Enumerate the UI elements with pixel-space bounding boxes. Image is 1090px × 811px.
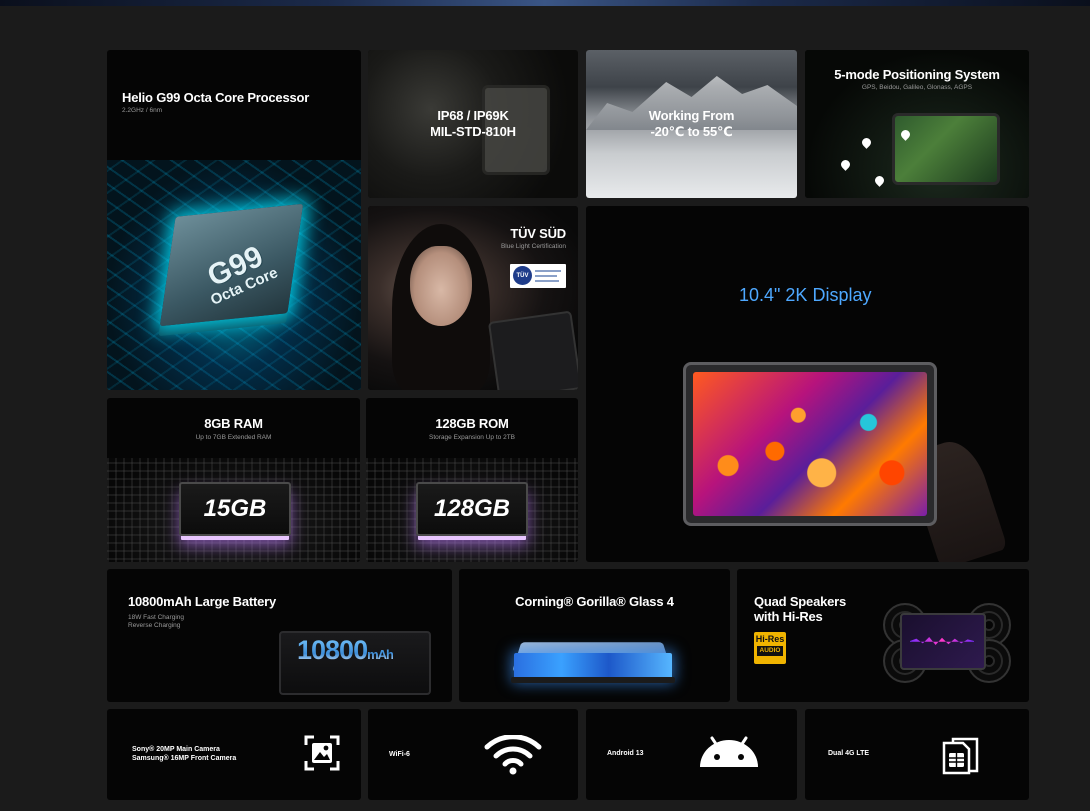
tile-wifi: WiFi-6 bbox=[368, 709, 578, 800]
battery-fast-charging: 18W Fast Charging bbox=[128, 614, 184, 621]
tile-display: 10.4" 2K Display bbox=[586, 206, 1029, 562]
positioning-title: 5-mode Positioning System bbox=[834, 67, 1000, 82]
tile-battery: 10800mAh 10800mAh Large Battery 18W Fast… bbox=[107, 569, 452, 702]
tile-positioning: 5-mode Positioning System GPS, Beidou, G… bbox=[805, 50, 1029, 198]
hires-label: Hi-Res bbox=[755, 634, 785, 644]
rugged-rating: IP68 / IP69K bbox=[437, 108, 509, 123]
battery-unit: mAh bbox=[367, 647, 393, 662]
display-title: 10.4" 2K Display bbox=[739, 285, 872, 305]
tablet-base-graphic bbox=[511, 677, 675, 683]
hires-audio-label: AUDIO bbox=[757, 646, 783, 656]
speakers-title: Quad Speakers bbox=[754, 594, 847, 609]
rugged-standard: MIL-STD-810H bbox=[430, 124, 516, 139]
speaker-tablet-image bbox=[900, 613, 986, 670]
lte-label: Dual 4G LTE bbox=[828, 750, 870, 757]
main-camera-label: Sony® 20MP Main Camera bbox=[132, 746, 220, 753]
rom-chip: 128GB bbox=[416, 482, 528, 536]
badge-line bbox=[535, 275, 557, 277]
tile-rom: 128GB 128GB ROM Storage Expansion Up to … bbox=[366, 398, 578, 562]
tile-lte: Dual 4G LTE bbox=[805, 709, 1029, 800]
temperature-range: -20℃ to 55℃ bbox=[650, 124, 733, 139]
rom-title: 128GB ROM bbox=[435, 416, 509, 431]
tuv-title: TÜV SÜD bbox=[510, 226, 566, 241]
map-tablet-image bbox=[892, 113, 1000, 185]
battery-title: 10800mAh Large Battery bbox=[128, 594, 277, 609]
tile-rugged: IP68 / IP69K MIL-STD-810H bbox=[368, 50, 578, 198]
sound-wave-graphic bbox=[910, 637, 974, 645]
positioning-systems: GPS, Beidou, Galileo, Glonass, AGPS bbox=[861, 84, 973, 91]
speakers-subtitle: with Hi-Res bbox=[754, 609, 823, 624]
battery-reverse-charging: Reverse Charging bbox=[128, 622, 181, 629]
ram-chip: 15GB bbox=[179, 482, 291, 536]
held-tablet-image bbox=[487, 310, 578, 390]
gorilla-title: Corning® Gorilla® Glass 4 bbox=[515, 594, 674, 609]
tuv-certificate-badge: TÜV bbox=[510, 264, 566, 288]
image-icon bbox=[304, 735, 340, 771]
android-icon bbox=[700, 736, 758, 767]
tile-temperature: Working From -20℃ to 55℃ bbox=[586, 50, 797, 198]
tile-camera: Sony® 20MP Main Camera Samsung® 16MP Fro… bbox=[107, 709, 361, 800]
face-shape bbox=[410, 246, 472, 326]
front-camera-label: Samsung® 16MP Front Camera bbox=[132, 755, 237, 762]
ram-subtitle: Up to 7GB Extended RAM bbox=[195, 434, 272, 441]
processor-title: Helio G99 Octa Core Processor bbox=[122, 90, 310, 105]
tablet-screen bbox=[693, 372, 927, 516]
tile-gorilla-glass: Corning® Gorilla® Glass 4 bbox=[459, 569, 730, 702]
temperature-label: Working From bbox=[648, 108, 735, 123]
rom-subtitle: Storage Expansion Up to 2TB bbox=[429, 434, 515, 441]
ram-title: 8GB RAM bbox=[204, 416, 263, 431]
tile-processor: G99 Octa Core Helio G99 Octa Core Proces… bbox=[107, 50, 361, 390]
tuv-subtitle: Blue Light Certification bbox=[500, 243, 566, 250]
battery-number: 10800 bbox=[297, 635, 368, 665]
tile-android: Android 13 bbox=[586, 709, 797, 800]
tile-tuv: TÜV SÜD Blue Light Certification TÜV bbox=[368, 206, 578, 390]
android-label: Android 13 bbox=[607, 750, 644, 757]
badge-line bbox=[535, 280, 559, 282]
top-banner-strip bbox=[0, 0, 1090, 6]
wifi-icon bbox=[484, 735, 542, 775]
display-tablet-image bbox=[683, 362, 937, 526]
tile-speakers: Quad Speakers with Hi-Res Hi-Res AUDIO bbox=[737, 569, 1029, 702]
tuv-logo-icon: TÜV bbox=[513, 266, 532, 285]
processor-subtitle: 2.2GHz / 6nm bbox=[122, 107, 163, 114]
tile-ram: 15GB 8GB RAM Up to 7GB Extended RAM bbox=[107, 398, 360, 562]
hi-res-audio-badge: Hi-Res AUDIO bbox=[754, 632, 786, 664]
wifi-label: WiFi-6 bbox=[389, 751, 410, 758]
badge-line bbox=[535, 270, 561, 272]
sim-card-icon bbox=[942, 737, 979, 775]
battery-capacity: 10800mAh bbox=[297, 635, 393, 666]
